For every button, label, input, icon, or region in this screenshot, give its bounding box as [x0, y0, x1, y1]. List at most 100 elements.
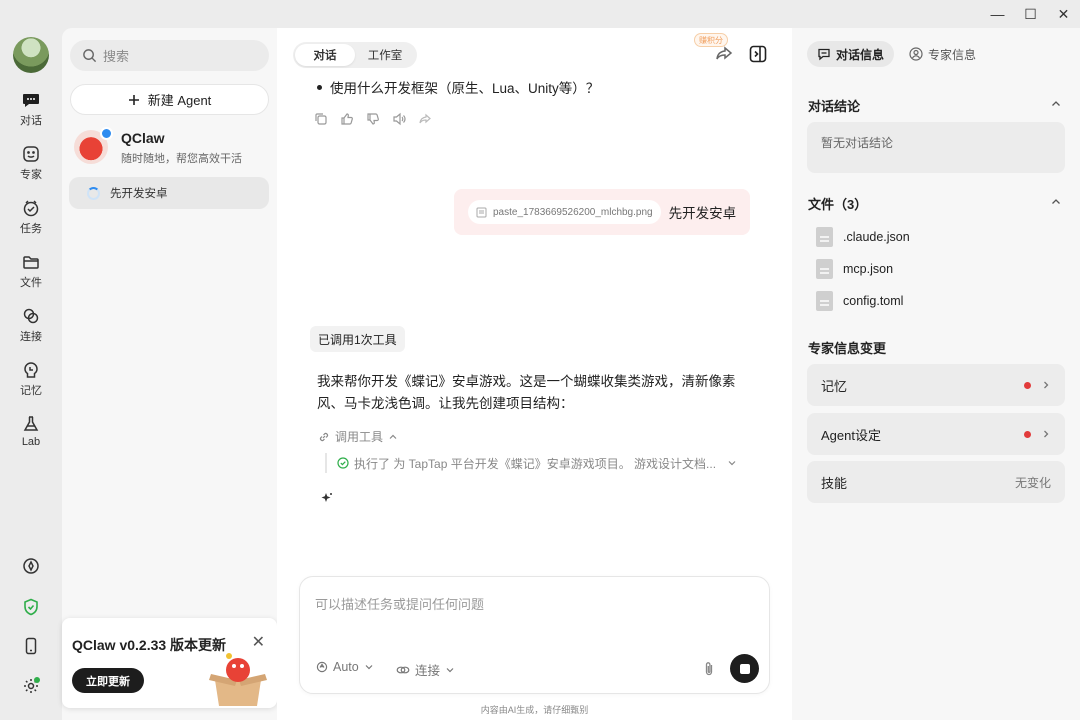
rail-item-connect[interactable]: 连接 — [0, 306, 62, 344]
smile-icon — [23, 146, 39, 162]
file-name: .claude.json — [843, 230, 910, 244]
changed-dot — [1024, 430, 1031, 438]
attachment-chip[interactable]: paste_1783669526200_mlchbg.png — [468, 200, 661, 224]
assistant-bullet: 使用什么开发框架（原生、Lua、Unity等）？ — [317, 77, 599, 97]
stop-icon — [739, 663, 750, 674]
tab-label: 对话信息 — [836, 47, 885, 62]
folder-icon — [23, 256, 39, 269]
tab-expert-info[interactable]: 专家信息 — [899, 41, 986, 67]
tab-studio[interactable]: 工作室 — [355, 44, 415, 66]
row-status-text: 无变化 — [1014, 475, 1051, 490]
agent-name: QClaw — [121, 130, 165, 146]
close-icon[interactable]: ✕ — [252, 632, 265, 652]
row-status — [1024, 380, 1051, 390]
thumbs-down-icon[interactable] — [366, 112, 380, 126]
agent-settings-row[interactable]: Agent设定 — [807, 413, 1065, 455]
rail-item-files[interactable]: 文件 — [0, 252, 62, 290]
memory-icon — [24, 362, 38, 378]
info-panel: 对话信息 专家信息 对话结论 暂无对话结论 文件（3） .claude.json… — [792, 28, 1080, 720]
memory-row[interactable]: 记忆 — [807, 364, 1065, 406]
agent-card[interactable]: QClaw 随时随地，帮您高效干活 — [74, 126, 269, 170]
stop-button[interactable] — [730, 654, 759, 683]
new-agent-button[interactable]: 新建 Agent — [70, 84, 269, 115]
rail-label: Lab — [21, 436, 41, 448]
tab-conversation-info[interactable]: 对话信息 — [807, 41, 895, 67]
mode-tabs: 对话 工作室 — [293, 42, 417, 68]
chevron-down-icon — [728, 461, 736, 466]
rail-label: 连接 — [20, 331, 42, 343]
flask-icon — [23, 416, 39, 431]
thumbs-up-icon[interactable] — [340, 112, 354, 126]
tab-label: 专家信息 — [928, 47, 977, 62]
file-item[interactable]: mcp.json — [816, 259, 893, 279]
attachment-icon[interactable] — [702, 661, 716, 677]
rail-item-memory[interactable]: 记忆 — [0, 360, 62, 398]
row-label: Agent设定 — [821, 427, 881, 443]
window-controls: — ☐ ✕ — [981, 0, 1080, 28]
search-input[interactable]: 搜索 — [70, 40, 269, 71]
conversation-title: 先开发安卓 — [110, 188, 168, 200]
file-item[interactable]: config.toml — [816, 291, 903, 311]
chevron-up-icon[interactable] — [1050, 196, 1062, 208]
agent-subtitle: 随时随地，帮您高效干活 — [121, 153, 242, 165]
conversation-item[interactable]: 先开发安卓 — [69, 177, 269, 209]
chevron-right-icon — [1044, 381, 1049, 389]
summary-empty: 暂无对话结论 — [807, 122, 1065, 173]
rail-item-chat[interactable]: 对话 — [0, 90, 62, 128]
settings-icon[interactable] — [21, 676, 41, 696]
gift-box-icon — [209, 653, 267, 706]
composer-input[interactable]: 可以描述任务或提问任何问题 — [315, 594, 484, 613]
speaker-icon[interactable] — [392, 112, 406, 126]
mode-select[interactable]: Auto — [316, 660, 374, 674]
maximize-button[interactable]: ☐ — [1014, 0, 1047, 28]
rail-item-task[interactable]: 任务 — [0, 198, 62, 236]
skills-row[interactable]: 技能 无变化 — [807, 461, 1065, 503]
rail-item-lab[interactable]: Lab — [0, 414, 62, 448]
share-small-icon[interactable] — [418, 112, 432, 126]
chat-bubble-icon — [818, 48, 830, 61]
rail-label: 对话 — [20, 115, 42, 127]
connect-select[interactable]: 连接 — [396, 660, 455, 679]
update-notification: QClaw v0.2.33 版本更新 ✕ 立即更新 — [62, 618, 277, 708]
rail-label: 任务 — [20, 223, 42, 235]
chevron-down-icon — [365, 665, 373, 670]
file-icon — [816, 227, 833, 247]
bullet-dot — [317, 84, 322, 90]
update-title: QClaw v0.2.33 版本更新 — [72, 637, 227, 653]
phone-icon[interactable] — [21, 636, 41, 656]
minimize-button[interactable]: — — [981, 0, 1014, 28]
link-icon — [23, 308, 39, 324]
rail-label: 专家 — [20, 169, 42, 181]
chevron-up-icon[interactable] — [1050, 98, 1062, 110]
avatar[interactable] — [13, 37, 49, 73]
rail-item-expert[interactable]: 专家 — [0, 144, 62, 182]
file-item[interactable]: .claude.json — [816, 227, 910, 247]
summary-section-title: 对话结论 — [808, 99, 861, 114]
chat-icon — [23, 94, 39, 107]
file-name: mcp.json — [843, 262, 894, 276]
tool-call-toggle[interactable]: 调用工具 — [318, 428, 398, 445]
connect-label: 连接 — [415, 664, 441, 678]
tab-chat[interactable]: 对话 — [295, 44, 355, 66]
update-now-button[interactable]: 立即更新 — [72, 668, 144, 693]
chevron-up-icon — [389, 434, 397, 439]
message-composer[interactable]: 可以描述任务或提问任何问题 Auto 连接 — [299, 576, 770, 694]
row-label: 技能 — [821, 475, 848, 491]
share-icon[interactable] — [714, 44, 734, 64]
mode-label: Auto — [333, 660, 359, 674]
copy-icon[interactable] — [314, 112, 328, 126]
bullet-text: 使用什么开发框架（原生、Lua、Unity等）？ — [330, 81, 600, 96]
link-small-icon — [319, 432, 329, 441]
toggle-panel-icon[interactable] — [748, 44, 768, 64]
close-window-button[interactable]: ✕ — [1047, 0, 1080, 28]
assistant-reply: 我来帮你开发《蝶记》安卓游戏。这是一个蝴蝶收集类游戏，清新像素风、马卡龙浅色调。… — [317, 374, 736, 411]
tool-call-badge: 已调用1次工具 — [310, 326, 405, 352]
user-message: paste_1783669526200_mlchbg.png 先开发安卓 — [454, 189, 750, 235]
tool-execution-item[interactable]: 执行了 为 TapTap 平台开发《蝶记》安卓游戏项目。 游戏设计文档... — [325, 453, 737, 473]
link-icon — [396, 666, 410, 673]
search-placeholder: 搜索 — [103, 49, 130, 64]
compass-icon[interactable] — [21, 556, 41, 576]
sidebar: 搜索 新建 Agent QClaw 随时随地，帮您高效干活 先开发安卓 QCla… — [62, 28, 277, 720]
shield-icon[interactable] — [21, 597, 41, 617]
auto-icon — [316, 661, 328, 673]
